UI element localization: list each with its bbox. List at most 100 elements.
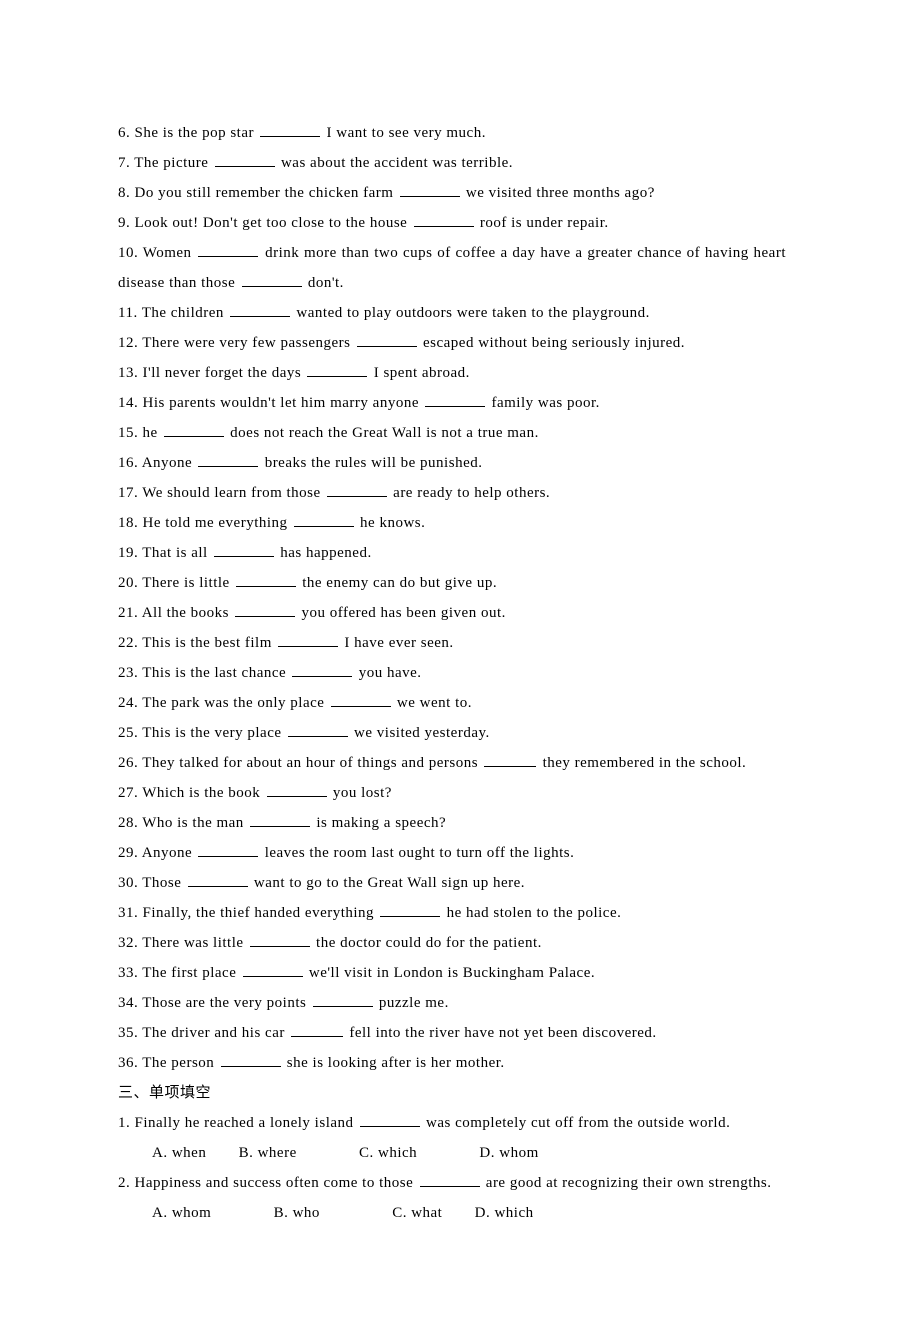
q-num: 1. xyxy=(118,1115,135,1131)
q-text-a: This is the last chance xyxy=(142,665,290,681)
blank xyxy=(236,573,296,588)
q-text-a: The children xyxy=(142,305,228,321)
question-18: 18. He told me everything he knows. xyxy=(118,508,786,538)
q-num: 19. xyxy=(118,545,142,561)
option-b: B. where xyxy=(239,1138,297,1168)
mcq-2-options: A. whom B. who C. what D. which xyxy=(118,1198,786,1228)
q-text-b: is making a speech? xyxy=(312,815,446,831)
question-15: 15. he does not reach the Great Wall is … xyxy=(118,418,786,448)
blank xyxy=(215,153,275,168)
document-page: 6. She is the pop star I want to see ver… xyxy=(0,0,920,1328)
q-text-a: I'll never forget the days xyxy=(143,365,306,381)
q-num: 11. xyxy=(118,305,142,321)
q-text-b: puzzle me. xyxy=(375,995,449,1011)
q-text-b: he had stolen to the police. xyxy=(442,905,621,921)
q-text-a: There were very few passengers xyxy=(142,335,355,351)
q-text-b: escaped without being seriously injured. xyxy=(419,335,685,351)
blank xyxy=(221,1053,281,1068)
blank xyxy=(198,843,258,858)
question-36: 36. The person she is looking after is h… xyxy=(118,1048,786,1078)
blank xyxy=(214,543,274,558)
blank xyxy=(414,213,474,228)
q-text-a: Look out! Don't get too close to the hou… xyxy=(135,215,412,231)
question-11: 11. The children wanted to play outdoors… xyxy=(118,298,786,328)
q-text-a: Women xyxy=(143,245,197,261)
q-text-b: we went to. xyxy=(393,695,472,711)
question-10: 10. Women drink more than two cups of co… xyxy=(118,238,786,298)
question-7: 7. The picture was about the accident wa… xyxy=(118,148,786,178)
blank xyxy=(267,783,327,798)
q-text-b: are good at recognizing their own streng… xyxy=(482,1175,772,1191)
q-num: 17. xyxy=(118,485,142,501)
q-num: 23. xyxy=(118,665,142,681)
q-text-a: She is the pop star xyxy=(135,125,259,141)
q-text-a: The driver and his car xyxy=(142,1025,289,1041)
q-text-b: has happened. xyxy=(276,545,372,561)
q-text-a: The picture xyxy=(134,155,212,171)
q-text-a: This is the best film xyxy=(142,635,276,651)
q-num: 8. xyxy=(118,185,135,201)
blank xyxy=(313,993,373,1008)
q-text-b: fell into the river have not yet been di… xyxy=(345,1025,657,1041)
option-c: C. what xyxy=(392,1198,442,1228)
q-text-a: There is little xyxy=(142,575,234,591)
question-20: 20. There is little the enemy can do but… xyxy=(118,568,786,598)
q-text-b: you offered has been given out. xyxy=(297,605,506,621)
question-13: 13. I'll never forget the days I spent a… xyxy=(118,358,786,388)
blank xyxy=(198,453,258,468)
q-text-b: they remembered in the school. xyxy=(538,755,746,771)
q-text-a: Anyone xyxy=(142,845,197,861)
q-num: 16. xyxy=(118,455,142,471)
q-text-b: was about the accident was terrible. xyxy=(277,155,513,171)
q-num: 12. xyxy=(118,335,142,351)
q-num: 31. xyxy=(118,905,143,921)
blank xyxy=(420,1173,480,1188)
blank xyxy=(243,963,303,978)
blank xyxy=(380,903,440,918)
q-text-b: we'll visit in London is Buckingham Pala… xyxy=(305,965,596,981)
mcq-1: 1. Finally he reached a lonely island wa… xyxy=(118,1108,786,1138)
blank xyxy=(278,633,338,648)
question-14: 14. His parents wouldn't let him marry a… xyxy=(118,388,786,418)
blank xyxy=(425,393,485,408)
q-num: 33. xyxy=(118,965,142,981)
blank xyxy=(327,483,387,498)
q-text-b: the enemy can do but give up. xyxy=(298,575,497,591)
question-24: 24. The park was the only place we went … xyxy=(118,688,786,718)
q-text-a: They talked for about an hour of things … xyxy=(142,755,482,771)
blank xyxy=(260,123,320,138)
question-26: 26. They talked for about an hour of thi… xyxy=(118,748,786,778)
question-8: 8. Do you still remember the chicken far… xyxy=(118,178,786,208)
q-text-b: he knows. xyxy=(356,515,426,531)
q-text-b: we visited yesterday. xyxy=(350,725,490,741)
blank xyxy=(164,423,224,438)
q-text-a: Anyone xyxy=(142,455,197,471)
q-text-a: Do you still remember the chicken farm xyxy=(135,185,398,201)
q-text-b: breaks the rules will be punished. xyxy=(260,455,482,471)
q-text-a: The person xyxy=(142,1055,218,1071)
blank xyxy=(292,663,352,678)
q-text-a: Finally, the thief handed everything xyxy=(143,905,379,921)
option-d: D. whom xyxy=(479,1138,538,1168)
q-num: 15. xyxy=(118,425,143,441)
question-22: 22. This is the best film I have ever se… xyxy=(118,628,786,658)
blank xyxy=(400,183,460,198)
q-text-b: are ready to help others. xyxy=(389,485,550,501)
question-29: 29. Anyone leaves the room last ought to… xyxy=(118,838,786,868)
q-num: 9. xyxy=(118,215,135,231)
q-text-b: we visited three months ago? xyxy=(462,185,655,201)
q-text-a: All the books xyxy=(142,605,234,621)
blank xyxy=(198,243,258,258)
q-num: 13. xyxy=(118,365,143,381)
blank xyxy=(360,1113,420,1128)
q-text-b: I want to see very much. xyxy=(322,125,486,141)
q-text-b: want to go to the Great Wall sign up her… xyxy=(250,875,525,891)
blank xyxy=(242,273,302,288)
q-text-b: I spent abroad. xyxy=(369,365,469,381)
question-31: 31. Finally, the thief handed everything… xyxy=(118,898,786,928)
question-34: 34. Those are the very points puzzle me. xyxy=(118,988,786,1018)
q-text-a: Those are the very points xyxy=(142,995,310,1011)
question-12: 12. There were very few passengers escap… xyxy=(118,328,786,358)
option-d: D. which xyxy=(475,1198,534,1228)
q-num: 21. xyxy=(118,605,142,621)
